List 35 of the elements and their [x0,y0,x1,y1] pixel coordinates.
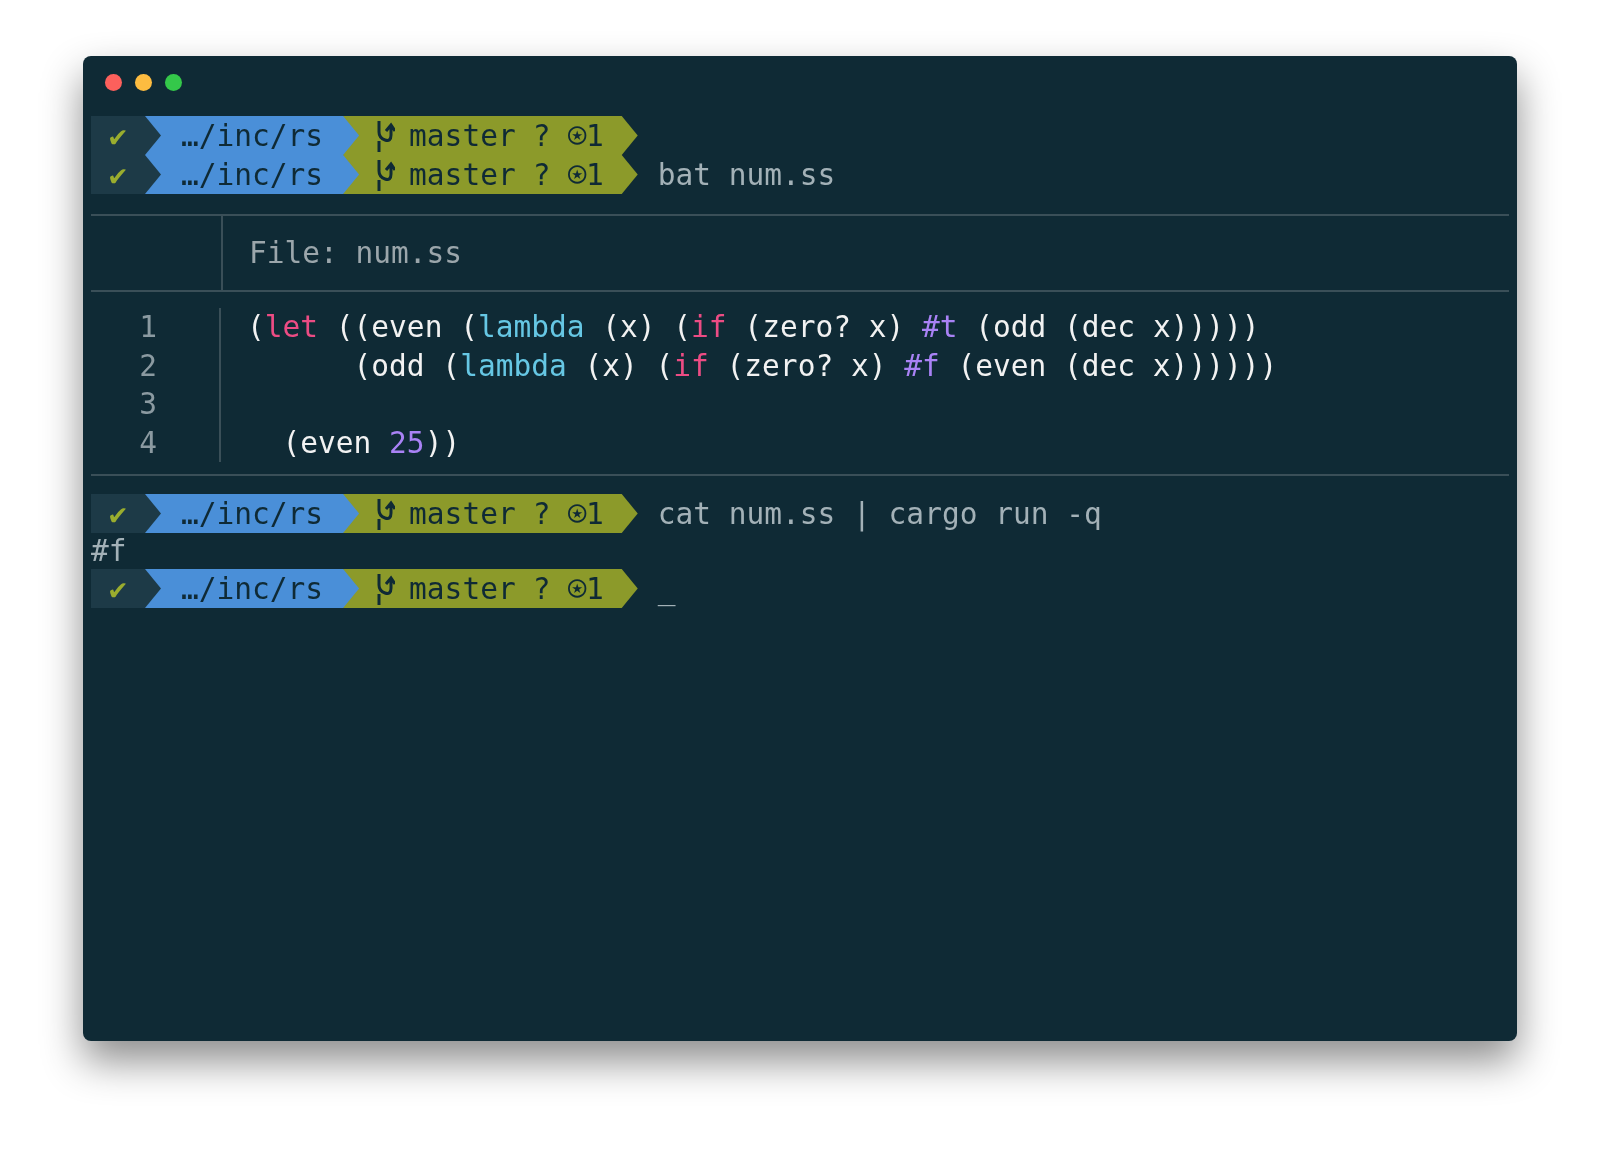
branch-icon [375,118,396,153]
status-segment: ✔ [91,155,161,194]
status-segment: ✔ [91,116,161,155]
code-line: (odd (lambda (x) (if (zero? x) #f (even (dec x)))))) [352,348,1278,383]
code-line: (let ((even (lambda (x) (if (zero? x) #t (odd (dec x))))) [247,310,1260,344]
code-line: (even 25)) [281,425,461,460]
git-status: ? ⍟1 [532,571,604,606]
path-segment: …/inc/rs [145,494,360,533]
line-number: 3 [139,386,157,423]
git-status: ? ⍟1 [532,157,604,192]
branch-icon [375,571,396,606]
status-segment: ✔ [91,569,161,608]
line-number: 4 [139,424,157,462]
git-status: ? ⍟1 [532,496,604,531]
branch-icon [375,157,396,192]
window-button[interactable] [165,74,182,91]
window-button[interactable] [105,74,122,91]
line-number: 2 [139,347,157,385]
git-status: ? ⍟1 [532,118,604,153]
text-cursor: _ [657,571,676,606]
window-button[interactable] [135,74,152,91]
path-segment: …/inc/rs [145,155,360,194]
branch-icon [375,496,396,531]
command-text: bat num.ss [656,157,836,192]
status-segment: ✔ [91,494,161,533]
path-segment: …/inc/rs [145,116,360,155]
branch-name: master [409,157,516,192]
path-segment: …/inc/rs [145,569,360,608]
branch-name: master [409,118,516,153]
command-text: cat num.ss | cargo run -q [656,496,1102,531]
branch-name: master [409,496,516,531]
file-header: File: num.ss [249,236,463,270]
branch-name: master [409,571,516,606]
output-text: #f [91,534,127,568]
line-number: 1 [139,309,157,346]
